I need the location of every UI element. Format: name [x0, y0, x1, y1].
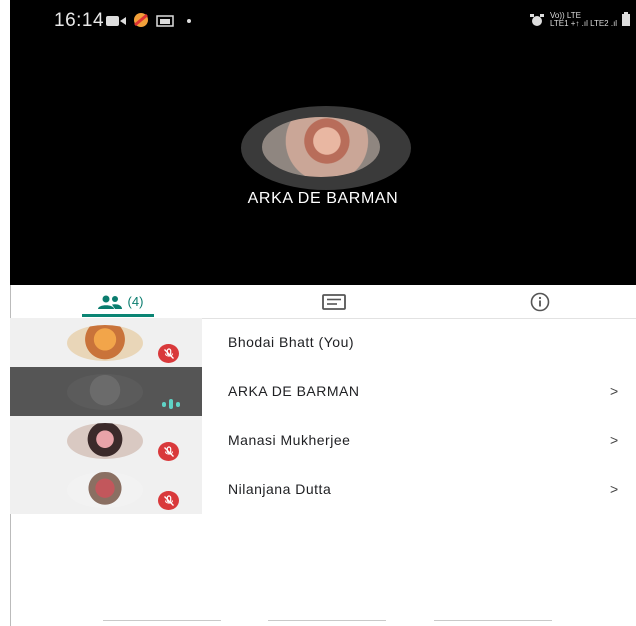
chat-icon [322, 293, 346, 310]
video-camera-icon [106, 16, 126, 26]
active-speaker-name: ARKA DE BARMAN [247, 190, 399, 207]
avatar [67, 423, 143, 459]
avatar [67, 472, 143, 508]
participant-thumbnail [10, 465, 202, 514]
info-icon [530, 292, 550, 311]
meet-app-screen: 16:14 Vo)) LTE LTE1 +↑ .ıl LTE2 .ıl ARKA… [10, 0, 636, 626]
app-icon [134, 13, 148, 27]
mic-muted-icon [158, 442, 179, 461]
participant-thumbnail [10, 416, 202, 465]
video-stage[interactable]: 16:14 Vo)) LTE LTE1 +↑ .ıl LTE2 .ıl ARKA… [10, 0, 636, 285]
chevron-right-icon[interactable]: > [610, 416, 618, 465]
speaking-indicator-icon [162, 399, 180, 409]
people-icon [97, 295, 122, 309]
tab-info[interactable] [520, 285, 560, 318]
nav-bar-segment [434, 620, 552, 626]
chevron-right-icon[interactable]: > [610, 465, 618, 514]
network-status: Vo)) LTE LTE1 +↑ .ıl LTE2 .ıl [550, 12, 617, 28]
nav-bar-segment [103, 620, 221, 626]
participant-name: Bhodai Bhatt (You) [228, 334, 355, 350]
nav-bar-segment [268, 620, 386, 626]
participant-name: Manasi Mukherjee [228, 432, 351, 448]
gallery-icon [156, 15, 174, 27]
network-line-2: LTE1 +↑ .ıl LTE2 .ıl [550, 19, 618, 28]
active-tab-indicator [82, 314, 154, 317]
participant-name: Nilanjana Dutta [228, 481, 332, 497]
participant-name: ARKA DE BARMAN [228, 383, 360, 399]
participant-thumbnail [10, 367, 202, 416]
speaker-avatar [262, 117, 380, 177]
participant-row[interactable]: Nilanjana Dutta > [10, 465, 636, 514]
participant-row[interactable]: Bhodai Bhatt (You) [10, 318, 636, 367]
status-bar: 16:14 Vo)) LTE LTE1 +↑ .ıl LTE2 .ıl [10, 0, 636, 42]
battery-icon [622, 12, 630, 26]
participant-list: Bhodai Bhatt (You) ARKA DE BARMAN > Mana… [10, 318, 636, 514]
participant-row[interactable]: ARKA DE BARMAN > [10, 367, 636, 416]
avatar [67, 325, 143, 361]
chevron-right-icon[interactable]: > [610, 367, 618, 416]
participant-row[interactable]: Manasi Mukherjee > [10, 416, 636, 465]
notification-dot-icon [187, 19, 191, 23]
status-time: 16:14 [54, 10, 105, 31]
mic-muted-icon [158, 491, 179, 510]
alarm-icon [530, 14, 544, 26]
mic-muted-icon [158, 344, 179, 363]
people-count: (4) [127, 294, 144, 309]
participant-thumbnail [10, 318, 202, 367]
avatar [67, 374, 143, 410]
tab-chat[interactable] [314, 285, 354, 318]
